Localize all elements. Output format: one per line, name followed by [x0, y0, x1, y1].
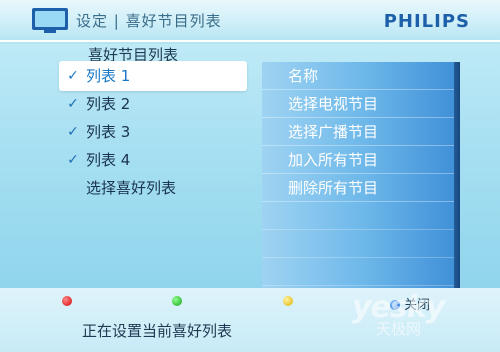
- menu-item-label: 列表 3: [86, 123, 131, 141]
- header-divider: [0, 40, 500, 42]
- option-remove-all-channels[interactable]: 删除所有节目: [262, 174, 458, 202]
- green-button-icon[interactable]: [172, 296, 182, 306]
- check-icon: ✓: [67, 152, 79, 168]
- header-bar: 设定 | 喜好节目列表 PHILIPS: [0, 0, 500, 44]
- header-title: 设定 | 喜好节目列表: [76, 12, 222, 30]
- option-add-all-channels[interactable]: 加入所有节目: [262, 146, 458, 174]
- empty-row: [262, 230, 458, 258]
- favorite-list-menu: ✓ 列表 1 ✓ 列表 2 ✓ 列表 3 ✓ 列表 4 选择喜好列表: [60, 62, 250, 202]
- option-rename[interactable]: 名称: [262, 62, 458, 90]
- options-panel: 名称 选择电视节目 选择广播节目 加入所有节目 删除所有节目: [262, 62, 458, 288]
- tv-menu-screen: 设定 | 喜好节目列表 PHILIPS 喜好节目列表 ✓ 列表 1 ✓ 列表 2…: [0, 0, 500, 352]
- check-icon: ✓: [67, 68, 79, 84]
- menu-item-list-2[interactable]: ✓ 列表 2: [60, 90, 250, 118]
- watermark-subtext: 天极网: [376, 320, 422, 338]
- option-select-tv-channels[interactable]: 选择电视节目: [262, 90, 458, 118]
- menu-item-list-3[interactable]: ✓ 列表 3: [60, 118, 250, 146]
- check-icon: ✓: [67, 96, 79, 112]
- menu-item-list-4[interactable]: ✓ 列表 4: [60, 146, 250, 174]
- empty-row: [262, 258, 458, 286]
- menu-item-list-1[interactable]: ✓ 列表 1: [60, 62, 246, 90]
- red-button-icon[interactable]: [62, 296, 72, 306]
- yellow-button-icon[interactable]: [283, 296, 293, 306]
- menu-item-label: 列表 4: [86, 151, 131, 169]
- empty-row: [262, 202, 458, 230]
- menu-item-label: 列表 2: [86, 95, 131, 113]
- option-select-radio-channels[interactable]: 选择广播节目: [262, 118, 458, 146]
- menu-item-label: 列表 1: [86, 67, 131, 85]
- check-icon: ✓: [67, 124, 79, 140]
- panel-edge: [454, 62, 460, 288]
- status-text: 正在设置当前喜好列表: [82, 322, 233, 340]
- menu-item-label: 选择喜好列表: [86, 179, 177, 197]
- menu-item-select-favorite-list[interactable]: 选择喜好列表: [60, 174, 250, 202]
- tv-icon: [32, 8, 68, 33]
- brand-logo: PHILIPS: [383, 11, 470, 32]
